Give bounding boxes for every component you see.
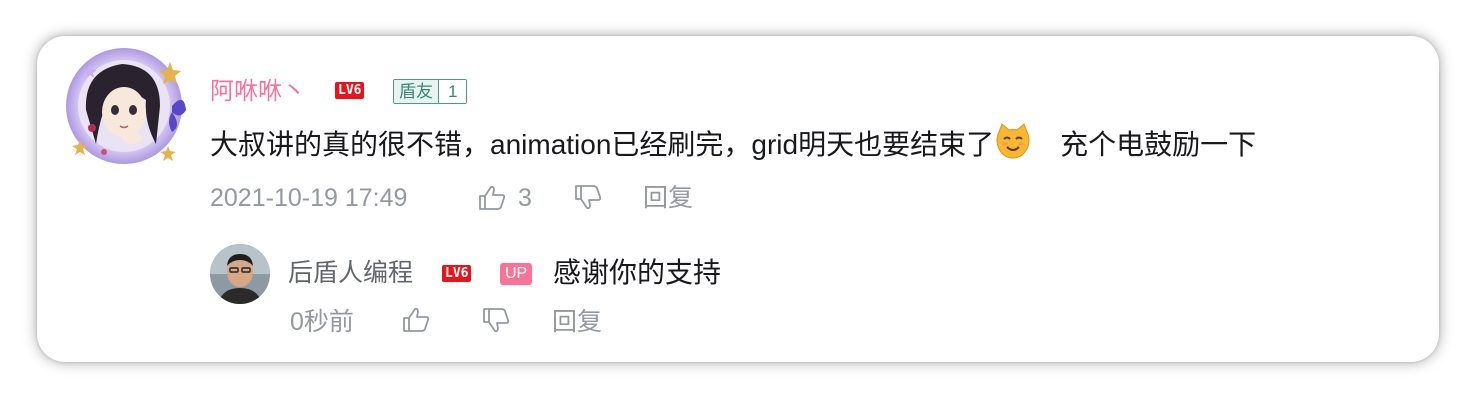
- level-badge: LV6: [335, 82, 365, 99]
- fan-medal-name: 盾友: [394, 80, 438, 103]
- comment-content: 大叔讲的真的很不错，animation已经刷完，grid明天也要结束了 充个电鼓…: [210, 122, 1256, 164]
- user-avatar-with-frame[interactable]: [60, 40, 190, 170]
- comment-date: 2021-10-19 17:49: [210, 184, 408, 212]
- reply-user-avatar[interactable]: [210, 244, 270, 304]
- thumbs-down-icon: [574, 184, 602, 210]
- reply-reply-button[interactable]: 回复: [552, 307, 602, 337]
- comment-text-tail: 充个电鼓励一下: [1060, 129, 1257, 160]
- comment-text: 大叔讲的真的很不错，animation已经刷完，grid明天也要结束了: [210, 129, 995, 160]
- thumbs-up-icon: [402, 307, 430, 333]
- avatar-image: [66, 48, 186, 164]
- reply-dislike-button[interactable]: [482, 307, 510, 333]
- fan-medal-badge[interactable]: 盾友 1: [393, 79, 468, 104]
- fan-medal-level: 1: [438, 80, 467, 103]
- thumbs-up-icon: [478, 185, 506, 211]
- avatar-image: [210, 244, 270, 304]
- username[interactable]: 阿咻咻丶: [210, 78, 306, 106]
- thumbs-down-icon: [482, 307, 510, 333]
- level-badge: LV6: [442, 265, 472, 282]
- like-button[interactable]: 3: [478, 183, 532, 213]
- reply-button[interactable]: 回复: [643, 183, 693, 213]
- reply-content: 感谢你的支持: [553, 257, 722, 288]
- up-badge: UP: [500, 263, 533, 285]
- dislike-button[interactable]: [574, 184, 602, 210]
- reply-like-button[interactable]: [402, 307, 430, 333]
- reply-time: 0秒前: [290, 308, 354, 336]
- reply-username[interactable]: 后盾人编程: [288, 258, 413, 288]
- cat-face-emoji-icon: [994, 122, 1032, 160]
- like-count: 3: [518, 184, 532, 212]
